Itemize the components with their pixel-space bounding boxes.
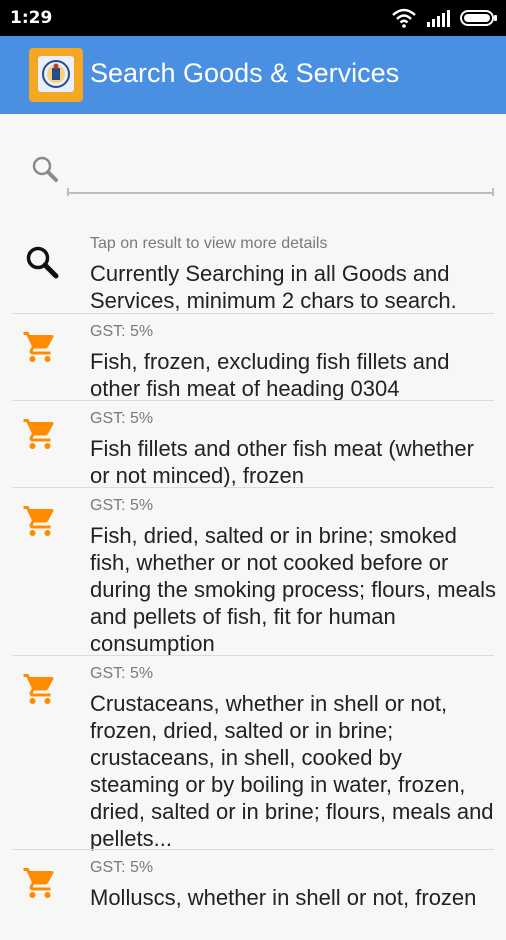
info-row: Tap on result to view more details Curre… [0, 224, 506, 314]
app-logo-icon [29, 48, 83, 102]
item-description: Fish fillets and other fish meat (whethe… [90, 436, 474, 488]
list-item[interactable]: GST: 5% Molluscs, whether in shell or no… [0, 850, 506, 940]
status-icons [392, 6, 498, 30]
battery-icon [460, 10, 497, 26]
hint-text: Tap on result to view more details [90, 235, 328, 252]
gst-rate: GST: 5% [90, 665, 154, 682]
results-list: Tap on result to view more details Curre… [0, 224, 506, 940]
cart-icon [23, 506, 54, 536]
search-icon [26, 246, 59, 279]
item-description: Fish, frozen, excluding fish fillets and… [90, 349, 450, 401]
wifi-icon [392, 8, 416, 28]
list-item[interactable]: GST: 5% Fish fillets and other fish meat… [0, 401, 506, 488]
gst-rate: GST: 5% [90, 410, 154, 427]
cart-icon [23, 868, 54, 898]
gst-rate: GST: 5% [90, 497, 154, 514]
cart-icon [23, 332, 54, 362]
item-description: Crustaceans, whether in shell or not, fr… [90, 691, 494, 851]
list-item[interactable]: GST: 5% Fish, frozen, excluding fish fil… [0, 314, 506, 401]
input-tick-left [67, 188, 69, 196]
cart-icon [23, 674, 54, 704]
search-area [0, 114, 506, 224]
app-bar: Search Goods & Services [0, 36, 506, 114]
input-tick-right [492, 188, 494, 196]
signal-icon [427, 10, 450, 27]
item-description: Fish, dried, salted or in brine; smoked … [90, 523, 496, 656]
cart-icon [23, 419, 54, 449]
status-time: 1:29 [10, 8, 53, 28]
search-input[interactable] [67, 156, 494, 194]
search-status-message: Currently Searching in all Goods and Ser… [90, 261, 457, 313]
item-description: Molluscs, whether in shell or not, froze… [90, 885, 477, 910]
list-item[interactable]: GST: 5% Crustaceans, whether in shell or… [0, 656, 506, 851]
page-title: Search Goods & Services [90, 58, 400, 88]
gst-rate: GST: 5% [90, 859, 154, 876]
status-bar: 1:29 [0, 0, 506, 36]
gst-rate: GST: 5% [90, 323, 154, 340]
list-item[interactable]: GST: 5% Fish, dried, salted or in brine;… [0, 488, 506, 656]
search-icon [30, 154, 60, 184]
